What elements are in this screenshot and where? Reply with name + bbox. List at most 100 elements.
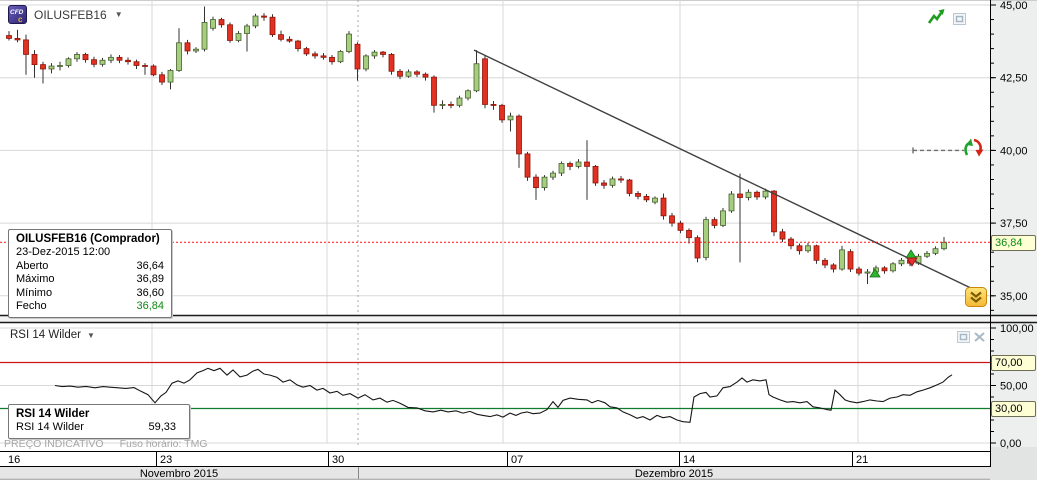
candle-down [261,15,267,18]
candle-down [626,179,633,194]
candle-down [286,38,293,42]
svg-text:c: c [18,15,23,24]
candle-down [660,197,667,217]
open-label: Aberto [16,259,49,272]
date-label: 16 [8,454,20,466]
date-label: 30 [332,454,344,466]
candle-down [142,65,148,67]
chevron-down-icon[interactable]: ▼ [87,331,95,340]
last-price-box: 36,84 [991,235,1036,251]
tooltip-row-high: Máximo 36,89 [16,273,164,287]
restore-chart-button[interactable] [953,13,966,25]
double-chevron-down-button[interactable] [965,287,987,307]
candle-down [320,55,327,58]
candle-down [354,43,361,70]
candle-down [40,64,46,70]
candle-up [99,59,106,65]
candle-down [779,231,786,240]
rsi-axis-label: 100,00 [1000,323,1034,335]
candle-down [116,56,123,61]
candle-down [14,38,21,41]
candle-down [312,53,318,57]
candle-up [439,104,446,106]
candle-up [652,197,658,203]
candle-down [499,104,505,121]
candle-down [227,24,233,41]
candle-down [218,19,225,26]
candle-up [201,22,208,50]
tooltip-datetime: 23-Dez-2015 12:00 [16,246,111,258]
high-label: Máximo [16,273,55,286]
candle-down [618,178,624,181]
tooltip-row-open: Aberto 36,64 [16,260,164,274]
candle-down [184,42,191,52]
chevron-down-icon[interactable]: ▼ [115,10,123,19]
restore-indicator-button[interactable] [957,331,970,343]
candle-down [584,161,590,167]
candle-down [91,59,97,65]
candle-up [371,51,378,57]
high-value: 36,89 [136,273,164,286]
timezone-label: Fuso horário: TMG [119,438,208,450]
rsi-axis-label: 0,00 [1000,438,1021,450]
candle-up [720,210,726,226]
candle-down [686,229,692,239]
reverse-position-icon[interactable] [962,137,985,158]
candle-up [839,249,845,270]
candle-up [346,33,352,52]
restore-window-icon [953,13,966,25]
rsi-header-label: RSI 14 Wilder [10,329,81,341]
candle-up [108,56,114,61]
candle-up [244,25,250,34]
candle-down [771,190,777,233]
candle-down [31,54,38,66]
candle-down [533,176,539,189]
candle-down [796,245,803,252]
candle-down [813,245,820,261]
candle-up [941,241,947,250]
candle-up [65,58,72,66]
axis-corner-background [990,447,1037,480]
candle-up [541,176,548,189]
candle-down [677,222,684,231]
candle-up [167,70,174,83]
price-axis-label: 35,00 [1000,291,1028,303]
indicative-price-label: PREÇO INDICATIVO [4,438,104,450]
date-label: 14 [683,454,695,466]
price-axis-label: 42,50 [1000,73,1028,85]
close-indicator-button[interactable] [973,331,986,343]
candle-down [150,65,157,76]
candle-down [524,153,531,178]
candle-down [592,165,599,184]
tooltip-row-close: Fecho 36,84 [16,300,164,314]
candle-down [380,51,386,55]
close-value: 36,84 [136,300,164,313]
candle-up [252,15,259,27]
candle-up [924,252,930,257]
candle-down [6,35,12,39]
price-axis-label: 40,00 [1000,145,1028,157]
restore-window-icon [957,331,970,343]
rsi-row-value: 59,33 [148,421,176,433]
double-chevron-down-icon [965,287,987,307]
low-value: 36,60 [136,286,164,299]
candle-down [754,191,760,198]
rsi-indicator-header[interactable]: RSI 14 Wilder ▼ [10,329,95,341]
candle-down [303,48,310,55]
date-label: 21 [856,454,868,466]
candle-up [74,54,80,60]
footer-notice: PREÇO INDICATIVO Fuso horário: TMG [4,438,208,450]
date-strip [0,452,990,467]
instrument-header[interactable]: CFD c OILUSFEB16 ▼ [8,5,123,24]
candle-up [609,178,616,186]
candle-up [728,193,735,212]
candle-up [550,172,556,178]
month-label: Novembro 2015 [140,468,218,480]
candle-down [422,73,429,78]
quick-trade-icon[interactable] [927,8,945,25]
candle-up [703,219,709,258]
candle-down [643,195,650,201]
candle-up [456,97,463,106]
candle-up [898,259,905,265]
candle-up [745,191,752,198]
